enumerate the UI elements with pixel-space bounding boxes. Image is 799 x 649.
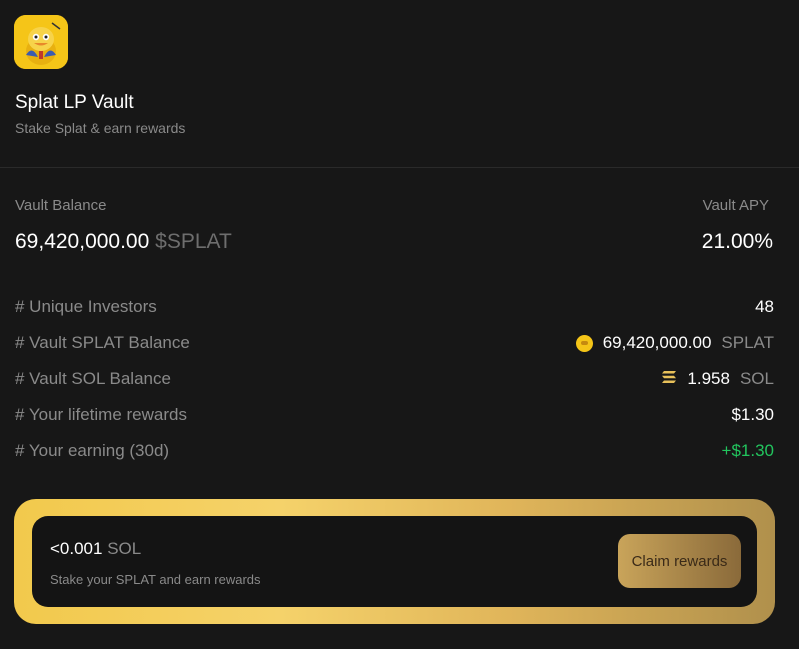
rewards-amount-unit: SOL: [107, 539, 142, 558]
stat-row-lifetime-rewards: # Your lifetime rewards $1.30: [15, 397, 774, 433]
vault-stats: # Unique Investors 48 # Vault SPLAT Bala…: [15, 289, 774, 469]
stat-label: # Vault SPLAT Balance: [15, 333, 190, 352]
stat-label: # Your earning (30d): [15, 441, 170, 460]
stat-row-unique-investors: # Unique Investors 48: [15, 289, 774, 325]
rewards-description: Stake your SPLAT and earn rewards: [50, 572, 261, 587]
stat-value: 48: [755, 297, 774, 316]
splat-coin-icon: [575, 334, 593, 352]
vault-apy-label: Vault APY: [702, 197, 769, 214]
vault-balance-value: 69,420,000.00 $SPLAT: [15, 230, 232, 254]
rewards-card: <0.001 SOL Stake your SPLAT and earn rew…: [14, 499, 775, 624]
stat-value-group: 69,420,000.00 SPLAT: [575, 333, 774, 353]
stat-value-group: 1.958 SOL: [661, 369, 774, 389]
vault-apy-value: 21.00%: [701, 230, 773, 253]
solana-icon: [661, 369, 677, 389]
claim-rewards-button[interactable]: Claim rewards: [618, 534, 741, 588]
rewards-amount-value: <0.001: [50, 539, 103, 558]
stat-value: $1.30: [731, 405, 774, 424]
stat-row-sol-balance: # Vault SOL Balance 1.958 SOL: [15, 361, 774, 397]
vault-header: Splat LP Vault Stake Splat & earn reward…: [0, 0, 799, 168]
vault-subtitle: Stake Splat & earn rewards: [15, 120, 186, 136]
stat-value: 1.958: [687, 369, 730, 388]
stat-label: # Vault SOL Balance: [15, 369, 171, 388]
vault-balance-unit: $SPLAT: [155, 230, 232, 253]
stat-row-earning-30d: # Your earning (30d) +$1.30: [15, 433, 774, 469]
stat-value: 69,420,000.00: [602, 333, 712, 352]
stat-value: +$1.30: [721, 441, 774, 460]
vault-balance-amount: 69,420,000.00: [15, 230, 150, 253]
rewards-amount: <0.001 SOL: [50, 539, 141, 559]
stat-unit: SPLAT: [721, 333, 774, 352]
vault-logo: [14, 15, 68, 69]
rewards-card-inner: <0.001 SOL Stake your SPLAT and earn rew…: [32, 516, 757, 607]
vault-balance-label: Vault Balance: [15, 197, 107, 214]
stat-row-splat-balance: # Vault SPLAT Balance 69,420,000.00 SPLA…: [15, 325, 774, 361]
stat-label: # Unique Investors: [15, 297, 157, 316]
stat-label: # Your lifetime rewards: [15, 405, 187, 424]
vault-title: Splat LP Vault: [15, 92, 134, 113]
stat-unit: SOL: [739, 369, 774, 388]
